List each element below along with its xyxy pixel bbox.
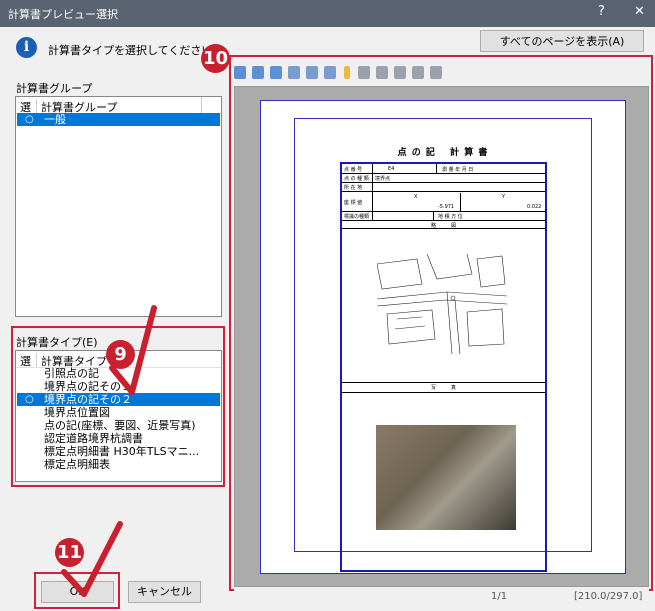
photo-section-label: 写 真 bbox=[430, 385, 456, 391]
cell-point-no: E4 bbox=[388, 166, 395, 172]
info-message: 計算書タイプを選択してください。 bbox=[48, 44, 224, 57]
list-item-label: 標定点明細表 bbox=[44, 458, 110, 471]
checkmark-icon bbox=[61, 521, 123, 597]
highlight-icon[interactable] bbox=[344, 66, 350, 79]
cell-area-label: 地 積 方 位 bbox=[438, 214, 463, 220]
callout-badge-10: 10 bbox=[201, 44, 230, 73]
page-width-icon[interactable] bbox=[306, 66, 318, 79]
cell-x-head: X bbox=[414, 194, 418, 200]
type-item[interactable]: 標定点明細表 bbox=[17, 458, 220, 471]
list-item-label: 一般 bbox=[44, 113, 66, 126]
list-item-label: 引照点の記 bbox=[44, 367, 99, 380]
title-bar: 計算書プレビュー選択 ? ✕ bbox=[0, 0, 655, 27]
cell-marker-label: 標識の種類 bbox=[344, 214, 370, 220]
cell-point-no-label: 点 番 号 bbox=[344, 167, 363, 173]
close-button[interactable]: ✕ bbox=[634, 4, 645, 19]
two-page-icon[interactable] bbox=[324, 66, 336, 79]
cell-y-head: Y bbox=[502, 194, 506, 200]
help-button[interactable]: ? bbox=[598, 4, 605, 19]
group-listbox[interactable]: 選 計算書グループ ○ 一般 bbox=[15, 96, 222, 317]
site-photo bbox=[376, 425, 516, 530]
status-bar: 1/1 [210.0/297.0] bbox=[234, 587, 649, 609]
first-page-icon[interactable] bbox=[358, 66, 370, 79]
group-header-name: 計算書グループ bbox=[36, 99, 117, 114]
document-table: 点 番 号 E4 測 量 年 月 日 点 の 種 類 境界点 所 在 地 座 標… bbox=[340, 162, 547, 572]
paper-size: [210.0/297.0] bbox=[574, 591, 643, 602]
checkmark-icon bbox=[109, 305, 157, 395]
cell-location-label: 所 在 地 bbox=[344, 185, 363, 191]
group-list-header: 選 計算書グループ bbox=[16, 97, 221, 114]
sketch-map bbox=[377, 254, 507, 354]
fit-page-icon[interactable] bbox=[288, 66, 300, 79]
group-label: 計算書グループ bbox=[16, 82, 93, 95]
radio-icon: ○ bbox=[25, 114, 34, 125]
radio-icon: ○ bbox=[25, 394, 34, 405]
list-item-label: 境界点位置図 bbox=[44, 406, 110, 419]
cancel-button[interactable]: キャンセル bbox=[128, 581, 201, 603]
type-item[interactable]: 点の記(座標、要図、近景写真) bbox=[17, 419, 220, 432]
document-title: 点 の 記 計 算 書 bbox=[397, 148, 489, 158]
cell-y-value: 0.022 bbox=[527, 204, 542, 210]
copy-icon[interactable] bbox=[430, 66, 442, 79]
cell-coord-label: 座 標 値 bbox=[344, 200, 363, 206]
window-title: 計算書プレビュー選択 bbox=[8, 8, 118, 21]
zoom-in-plus-icon[interactable] bbox=[252, 66, 264, 79]
group-item-ippan[interactable]: ○ 一般 bbox=[17, 113, 220, 126]
info-icon: i bbox=[16, 37, 37, 58]
type-item[interactable]: 標定点明細書 H30年TLSマニ... bbox=[17, 445, 220, 458]
zoom-out-icon[interactable] bbox=[270, 66, 282, 79]
prev-page-icon[interactable] bbox=[376, 66, 388, 79]
type-item[interactable]: 境界点位置図 bbox=[17, 406, 220, 419]
type-label: 計算書タイプ(E) bbox=[16, 336, 98, 349]
map-section-label: 略 図 bbox=[430, 223, 456, 229]
type-header-name: 計算書タイプ bbox=[36, 353, 107, 368]
cell-point-type-label: 点 の 種 類 bbox=[344, 176, 369, 182]
show-all-pages-button[interactable]: すべてのページを表示(A) bbox=[480, 30, 644, 52]
zoom-in-icon[interactable] bbox=[234, 66, 246, 79]
type-item[interactable]: 認定道路境界杭調書 bbox=[17, 432, 220, 445]
next-page-icon[interactable] bbox=[394, 66, 406, 79]
cell-survey-date-label: 測 量 年 月 日 bbox=[442, 167, 474, 173]
preview-page: 点 の 記 計 算 書 点 番 号 E4 測 量 年 月 日 点 の 種 類 境… bbox=[260, 100, 626, 574]
cell-x-value: -5.971 bbox=[438, 204, 455, 210]
cell-point-type: 境界点 bbox=[375, 176, 391, 182]
list-item-label: 認定道路境界杭調書 bbox=[44, 432, 143, 445]
last-page-icon[interactable] bbox=[412, 66, 424, 79]
list-item-label: 標定点明細書 H30年TLSマニ... bbox=[44, 445, 200, 458]
preview-area[interactable]: 点 の 記 計 算 書 点 番 号 E4 測 量 年 月 日 点 の 種 類 境… bbox=[234, 86, 649, 587]
header-divider bbox=[201, 97, 203, 113]
page-indicator: 1/1 bbox=[491, 591, 508, 602]
list-item-label: 点の記(座標、要図、近景写真) bbox=[44, 419, 196, 432]
